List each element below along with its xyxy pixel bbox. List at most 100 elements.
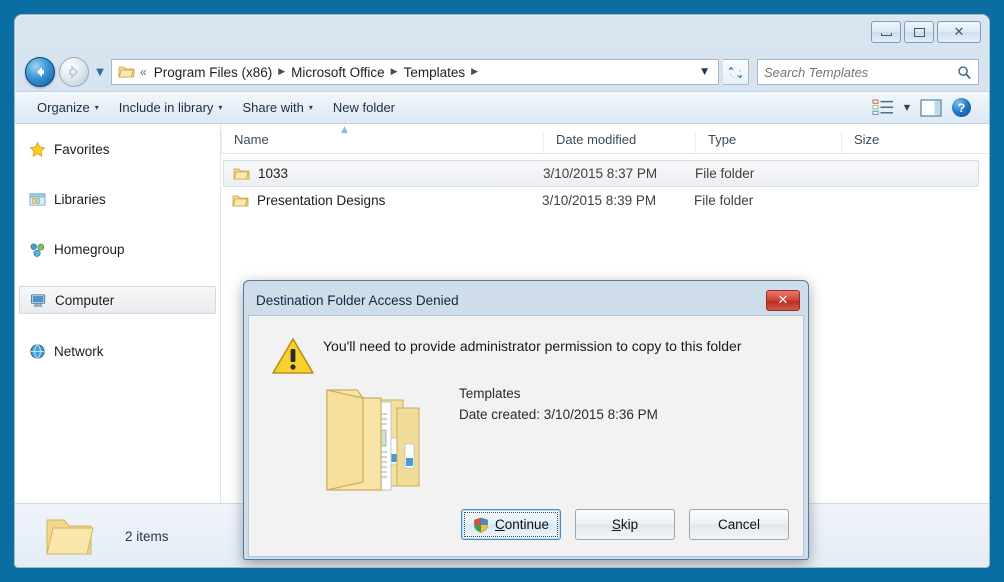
skip-button[interactable]: Skip	[575, 509, 675, 540]
toolbar-item-include-in-library[interactable]: Include in library ▾	[109, 96, 233, 119]
view-options-icon[interactable]	[872, 99, 894, 116]
address-dropdown-icon[interactable]: ▼	[695, 67, 714, 77]
sidebar-item-label: Favorites	[54, 141, 110, 157]
dialog-date-created: Date created: 3/10/2015 8:36 PM	[459, 406, 658, 422]
close-icon: ✕	[953, 24, 965, 40]
search-icon[interactable]	[957, 65, 972, 80]
chevron-down-icon: ▾	[218, 103, 223, 112]
minimize-icon	[880, 33, 892, 36]
network-icon	[30, 343, 45, 359]
access-denied-dialog: Destination Folder Access Denied ✕ You'l…	[243, 280, 809, 560]
toolbar-item-share-with[interactable]: Share with ▾	[232, 96, 322, 119]
folder-icon	[232, 195, 249, 206]
libraries-icon	[29, 192, 46, 206]
column-header-row: ▲ Name Date modified Type Size	[221, 124, 989, 154]
sidebar-item-computer[interactable]: Computer	[19, 286, 216, 314]
toolbar-item-new-folder[interactable]: New folder	[323, 96, 405, 119]
minimize-button[interactable]	[871, 21, 901, 43]
maximize-button[interactable]	[904, 21, 934, 43]
sidebar-item-label: Computer	[55, 292, 115, 308]
homegroup-icon	[30, 243, 45, 257]
folder-icon	[46, 519, 94, 554]
toolbar: Organize ▾ Include in library ▾ Share wi…	[15, 91, 989, 124]
view-dropdown-icon[interactable]: ▼	[904, 103, 910, 112]
caption-button-group: ✕	[871, 21, 981, 43]
uac-shield-icon	[474, 517, 488, 533]
file-type-cell: File folder	[694, 193, 754, 208]
sidebar-item-libraries[interactable]: Libraries	[19, 186, 216, 212]
refresh-button[interactable]	[723, 59, 749, 85]
breadcrumb-separator-icon[interactable]: ▶	[277, 67, 286, 77]
toolbar-item-label: Include in library	[118, 100, 214, 115]
sort-ascending-icon: ▲	[341, 125, 348, 135]
continue-button[interactable]: Continue	[461, 509, 561, 540]
chevron-down-icon: ▾	[308, 103, 313, 112]
file-rows: 1033 3/10/2015 8:37 PM File folder Prese…	[221, 154, 989, 214]
toolbar-item-label: Organize	[37, 100, 90, 115]
dialog-message: You'll need to provide administrator per…	[323, 338, 742, 354]
dialog-body: You'll need to provide administrator per…	[248, 315, 804, 557]
file-name-cell: 1033	[233, 166, 543, 181]
breadcrumb-overflow-icon[interactable]: «	[138, 65, 149, 79]
toolbar-item-organize[interactable]: Organize ▾	[27, 96, 109, 119]
breadcrumb-separator-icon[interactable]: ▶	[470, 67, 479, 77]
search-input[interactable]	[764, 64, 957, 80]
window-title-bar: ✕	[15, 15, 989, 53]
column-header-name[interactable]: Name	[221, 131, 543, 153]
dialog-title-bar: Destination Folder Access Denied ✕	[248, 285, 804, 315]
cancel-button[interactable]: Cancel	[689, 509, 789, 540]
recent-locations-button[interactable]: ▼	[93, 67, 107, 78]
sidebar-item-network[interactable]: Network	[19, 338, 216, 364]
column-header-type[interactable]: Type	[695, 131, 841, 153]
dialog-button-group: Continue Skip Cancel	[461, 509, 789, 540]
dialog-title: Destination Folder Access Denied	[256, 292, 459, 308]
continue-button-label: Continue	[494, 517, 550, 532]
forward-button[interactable]	[59, 57, 89, 87]
search-box[interactable]	[757, 59, 979, 85]
close-button[interactable]: ✕	[937, 21, 981, 43]
address-bar-row: ▼ « Program Files (x86) ▶ Microsoft Offi…	[15, 53, 989, 91]
column-header-size[interactable]: Size	[841, 131, 941, 153]
folder-icon	[233, 168, 250, 179]
table-row[interactable]: Presentation Designs 3/10/2015 8:39 PM F…	[223, 187, 979, 214]
sidebar-item-label: Libraries	[54, 191, 106, 207]
file-date-cell: 3/10/2015 8:39 PM	[542, 193, 657, 208]
breadcrumb-item-0[interactable]: Program Files (x86)	[152, 64, 275, 81]
toolbar-view-controls: ▼ ?	[872, 98, 977, 117]
dialog-close-button[interactable]: ✕	[766, 289, 800, 311]
file-name-label: Presentation Designs	[257, 193, 386, 208]
computer-icon	[30, 293, 46, 306]
sidebar-item-homegroup[interactable]: Homegroup	[19, 236, 216, 262]
status-text: 2 items	[125, 529, 169, 544]
sidebar-item-favorites[interactable]: Favorites	[19, 136, 216, 162]
dialog-folder-name: Templates	[459, 386, 521, 401]
preview-pane-icon[interactable]	[920, 98, 942, 117]
column-header-date-modified[interactable]: Date modified	[543, 131, 695, 153]
file-name-label: 1033	[258, 166, 289, 181]
help-icon[interactable]: ?	[952, 98, 971, 117]
folder-with-files-icon	[326, 389, 420, 491]
forward-arrow-icon	[69, 65, 78, 79]
sidebar-item-label: Network	[54, 343, 104, 359]
navigation-pane: Favorites Libraries Homegroup Computer N…	[15, 124, 221, 503]
sidebar-item-label: Homegroup	[54, 241, 125, 257]
back-button[interactable]	[25, 57, 55, 87]
refresh-icon	[728, 66, 743, 78]
warning-icon	[272, 338, 314, 374]
file-date-cell: 3/10/2015 8:37 PM	[543, 166, 658, 181]
chevron-down-icon: ▾	[94, 103, 99, 112]
back-arrow-icon	[37, 67, 44, 77]
folder-icon	[118, 66, 135, 78]
star-icon	[29, 141, 46, 157]
breadcrumb[interactable]: « Program Files (x86) ▶ Microsoft Office…	[111, 59, 719, 85]
dialog-folder-info: Templates Date created: 3/10/2015 8:36 P…	[459, 384, 658, 426]
close-icon: ✕	[777, 292, 789, 308]
breadcrumb-item-2[interactable]: Templates	[402, 64, 468, 81]
breadcrumb-separator-icon[interactable]: ▶	[390, 67, 399, 77]
explorer-window: ✕ ▼ « Program Files (x86) ▶ Microsoft Of…	[14, 14, 990, 568]
toolbar-item-label: Share with	[242, 100, 304, 115]
skip-button-label: Skip	[611, 517, 639, 532]
breadcrumb-item-1[interactable]: Microsoft Office	[289, 64, 387, 81]
toolbar-item-label: New folder	[332, 100, 396, 115]
table-row[interactable]: 1033 3/10/2015 8:37 PM File folder	[223, 160, 979, 187]
